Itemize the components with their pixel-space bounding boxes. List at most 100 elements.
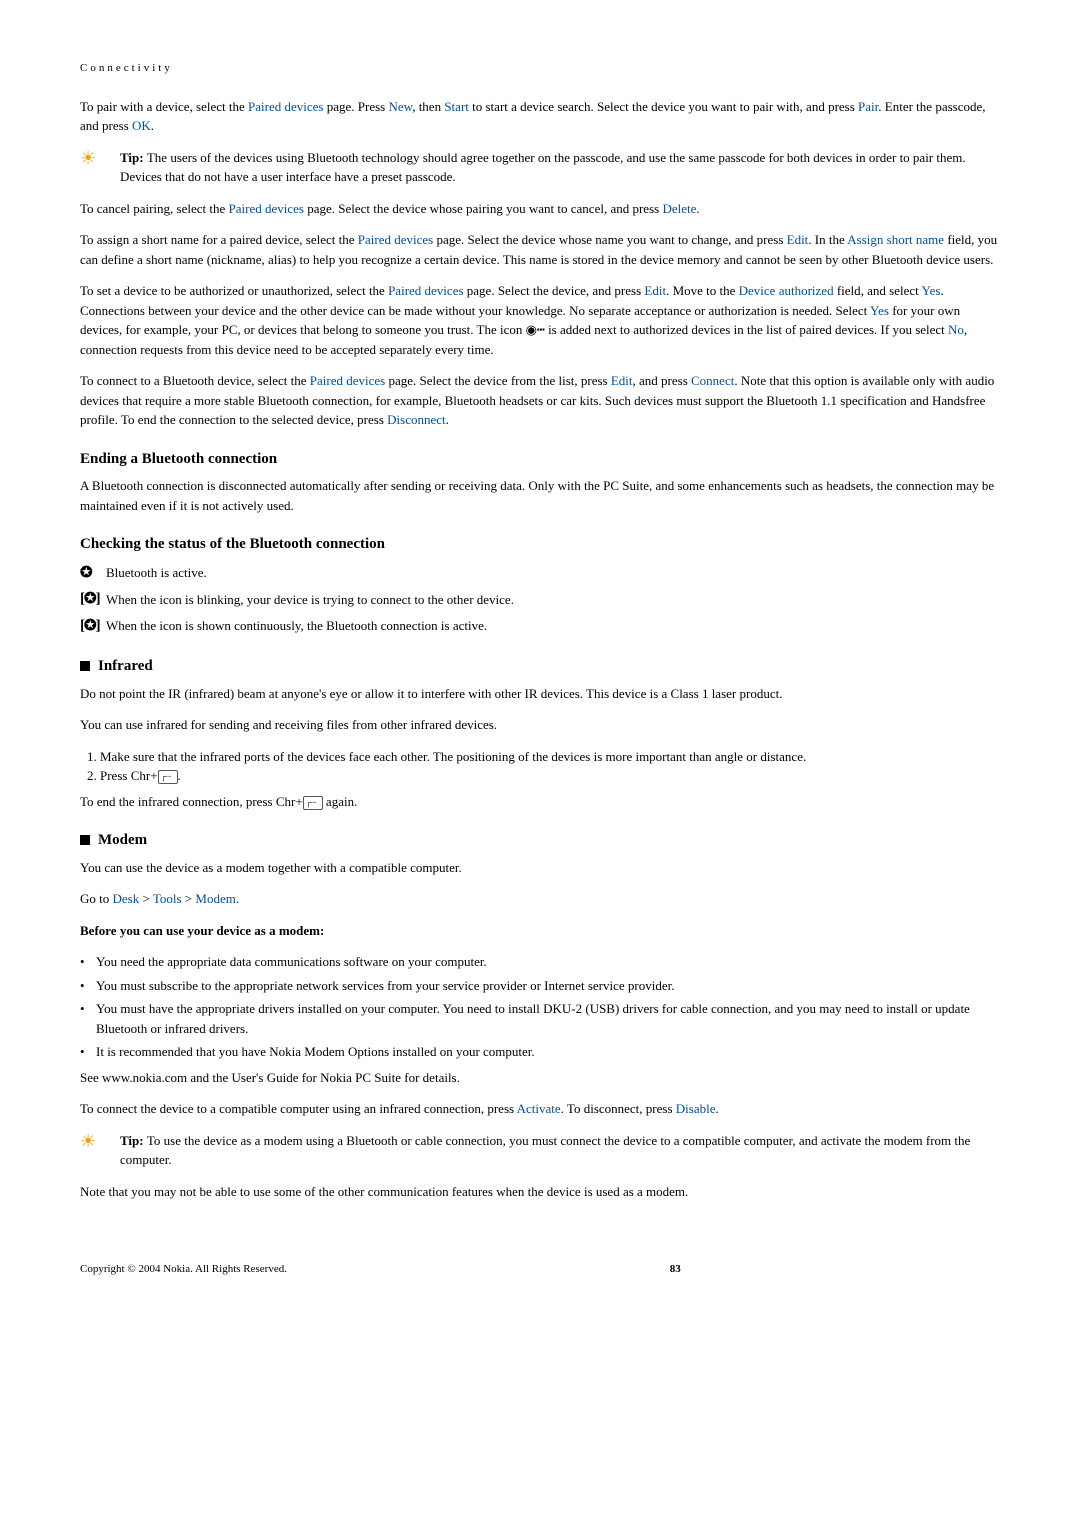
paragraph-see-nokia: See www.nokia.com and the User's Guide f…: [80, 1068, 1000, 1088]
link-connect: Connect: [691, 373, 734, 388]
paragraph-shortname: To assign a short name for a paired devi…: [80, 230, 1000, 269]
paragraph-authorize: To set a device to be authorized or unau…: [80, 281, 1000, 359]
text: .: [236, 891, 239, 906]
link-paired-devices: Paired devices: [229, 201, 304, 216]
link-edit: Edit: [787, 232, 809, 247]
text: page. Select the device whose pairing yo…: [304, 201, 662, 216]
link-disable: Disable: [676, 1101, 716, 1116]
status-row-continuous: [✪] When the icon is shown continuously,…: [80, 615, 1000, 638]
square-bullet-icon: [80, 835, 90, 845]
list-item: You must subscribe to the appropriate ne…: [80, 976, 1000, 996]
text: Press Chr+: [100, 768, 158, 783]
link-tools: Tools: [153, 891, 182, 906]
text: To use the device as a modem using a Blu…: [120, 1133, 970, 1168]
status-text: When the icon is blinking, your device i…: [106, 590, 514, 610]
link-new: New: [388, 99, 412, 114]
status-text: When the icon is shown continuously, the…: [106, 616, 487, 636]
link-paired-devices: Paired devices: [310, 373, 385, 388]
heading-checking-status: Checking the status of the Bluetooth con…: [80, 533, 1000, 556]
link-paired-devices: Paired devices: [388, 283, 463, 298]
paragraph-connect: To connect to a Bluetooth device, select…: [80, 371, 1000, 430]
device-auth-icon: ◉┅: [526, 322, 545, 337]
text: Go to: [80, 891, 113, 906]
link-assign-short-name: Assign short name: [847, 232, 944, 247]
list-item: You need the appropriate data communicat…: [80, 952, 1000, 972]
text: page. Select the device, and press: [464, 283, 645, 298]
tip-block: ☀ Tip: To use the device as a modem usin…: [80, 1131, 1000, 1170]
text: .: [696, 201, 699, 216]
text: To cancel pairing, select the: [80, 201, 229, 216]
text: . In the: [808, 232, 847, 247]
text: .: [715, 1101, 718, 1116]
list-item: It is recommended that you have Nokia Mo…: [80, 1042, 1000, 1062]
bluetooth-connecting-icon: [✪]: [80, 588, 106, 611]
tip-label: Tip:: [120, 150, 147, 165]
link-start: Start: [444, 99, 469, 114]
status-row-blinking: [✪] When the icon is blinking, your devi…: [80, 588, 1000, 611]
text: field, and select: [834, 283, 922, 298]
modem-requirements: You need the appropriate data communicat…: [80, 952, 1000, 1062]
link-modem: Modem: [195, 891, 235, 906]
bluetooth-connected-icon: [✪]: [80, 615, 106, 638]
heading-ending-bluetooth: Ending a Bluetooth connection: [80, 448, 1000, 471]
link-paired-devices: Paired devices: [248, 99, 323, 114]
link-device-authorized: Device authorized: [739, 283, 834, 298]
link-delete: Delete: [662, 201, 696, 216]
text: To connect to a Bluetooth device, select…: [80, 373, 310, 388]
paragraph-ir-warning: Do not point the IR (infrared) beam at a…: [80, 684, 1000, 704]
paragraph-ir-end: To end the infrared connection, press Ch…: [80, 792, 1000, 812]
text: , then: [412, 99, 444, 114]
list-item: You must have the appropriate drivers in…: [80, 999, 1000, 1038]
heading-infrared: Infrared: [80, 655, 1000, 678]
status-text: Bluetooth is active.: [106, 563, 207, 583]
tip-text: Tip: The users of the devices using Blue…: [120, 148, 1000, 187]
link-activate: Activate: [517, 1101, 561, 1116]
page-footer: Copyright © 2004 Nokia. All Rights Reser…: [80, 1261, 1000, 1278]
link-edit: Edit: [611, 373, 633, 388]
link-no: No: [948, 322, 964, 337]
text: is added next to authorized devices in t…: [545, 322, 948, 337]
tip-label: Tip:: [120, 1133, 147, 1148]
text: page. Select the device from the list, p…: [385, 373, 611, 388]
heading-text: Infrared: [98, 658, 153, 674]
text: . Move to the: [666, 283, 739, 298]
link-edit: Edit: [644, 283, 666, 298]
text: The users of the devices using Bluetooth…: [120, 150, 966, 185]
heading-text: Modem: [98, 832, 147, 848]
tip-text: Tip: To use the device as a modem using …: [120, 1131, 1000, 1170]
list-item: Press Chr+┌┈.: [100, 766, 1000, 786]
link-desk: Desk: [113, 891, 140, 906]
text: >: [182, 891, 196, 906]
text: .: [151, 118, 154, 133]
text: .: [178, 768, 181, 783]
text: page. Select the device whose name you w…: [433, 232, 786, 247]
tip-block: ☀ Tip: The users of the devices using Bl…: [80, 148, 1000, 187]
page-number: 83: [670, 1261, 681, 1278]
text: >: [139, 891, 153, 906]
text: , and press: [633, 373, 692, 388]
paragraph-modem-connect: To connect the device to a compatible co…: [80, 1099, 1000, 1119]
status-row-active: ✪ Bluetooth is active.: [80, 562, 1000, 585]
infrared-steps: Make sure that the infrared ports of the…: [80, 747, 1000, 786]
text: to start a device search. Select the dev…: [469, 99, 858, 114]
paragraph-ending: A Bluetooth connection is disconnected a…: [80, 476, 1000, 515]
text: again.: [323, 794, 358, 809]
text: To assign a short name for a paired devi…: [80, 232, 358, 247]
square-bullet-icon: [80, 661, 90, 671]
page-header: Connectivity: [80, 60, 1000, 77]
lightbulb-icon: ☀: [80, 148, 102, 170]
text: To pair with a device, select the: [80, 99, 248, 114]
lightbulb-icon: ☀: [80, 1131, 102, 1153]
paragraph-ir-use: You can use infrared for sending and rec…: [80, 715, 1000, 735]
link-disconnect: Disconnect: [387, 412, 445, 427]
paragraph-modem-note: Note that you may not be able to use som…: [80, 1182, 1000, 1202]
paragraph-cancel: To cancel pairing, select the Paired dev…: [80, 199, 1000, 219]
link-yes: Yes: [870, 303, 889, 318]
bluetooth-icon: ✪: [80, 562, 106, 585]
text: To set a device to be authorized or unau…: [80, 283, 388, 298]
paragraph-modem-intro: You can use the device as a modem togeth…: [80, 858, 1000, 878]
text: To end the infrared connection, press Ch…: [80, 794, 303, 809]
heading-modem: Modem: [80, 829, 1000, 852]
text: To connect the device to a compatible co…: [80, 1101, 517, 1116]
link-paired-devices: Paired devices: [358, 232, 433, 247]
